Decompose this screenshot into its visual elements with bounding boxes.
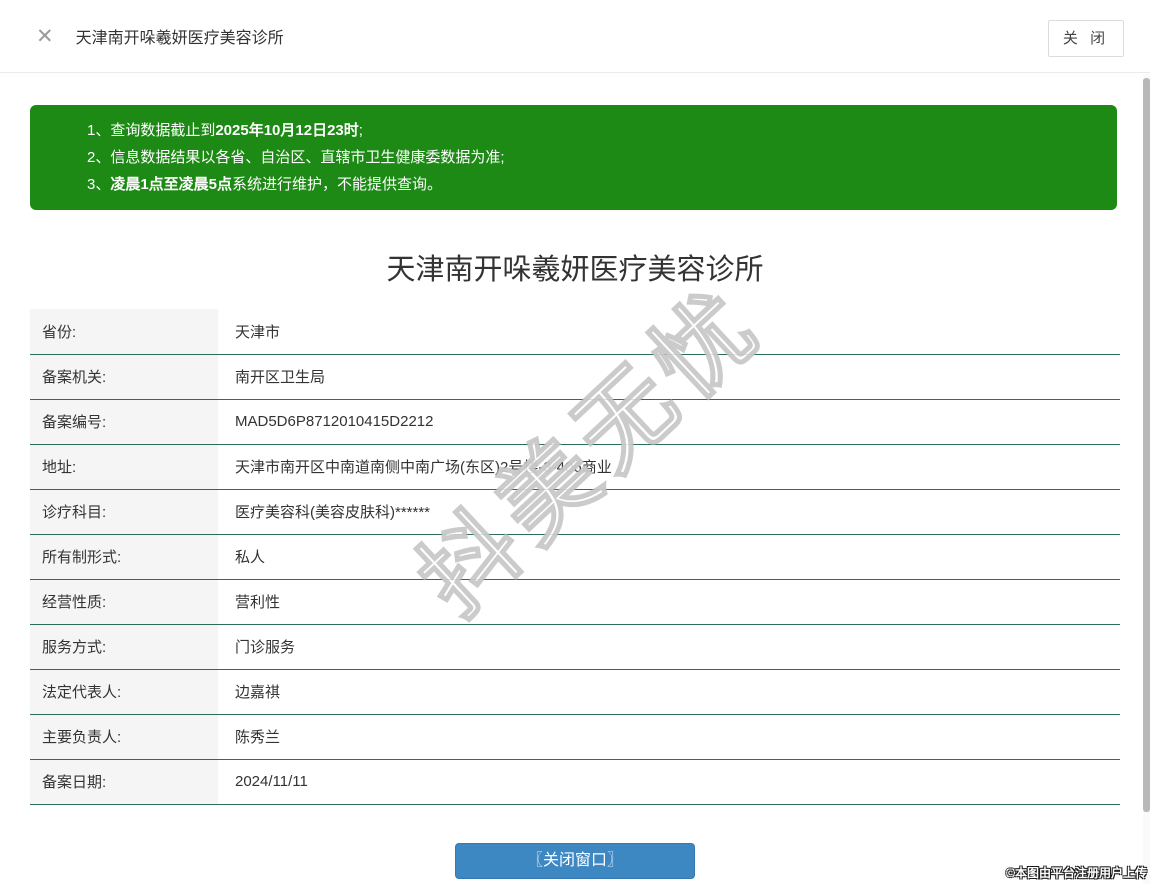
row-value: 私人 xyxy=(218,534,1120,580)
row-label: 服务方式: xyxy=(30,624,218,670)
close-x-icon[interactable]: ✕ xyxy=(36,26,54,47)
notice-line-2-text: 2、信息数据结果以各省、自治区、直辖市卫生健康委数据为准; xyxy=(87,149,505,166)
record-info-table: 省份: 天津市 备案机关: 南开区卫生局 备案编号: MAD5D6P871201… xyxy=(30,309,1120,805)
table-row-filing-authority: 备案机关: 南开区卫生局 xyxy=(30,354,1120,400)
row-value: 2024/11/11 xyxy=(218,759,1120,805)
corner-watermark: ©本图由平台注册用户上传 xyxy=(1006,866,1147,880)
dialog-title: 天津南开哚羲妍医疗美容诊所 xyxy=(75,30,284,47)
notice-line-1: 1、查询数据截止到2025年10月12日23时; xyxy=(87,117,1097,144)
scrollbar-thumb[interactable] xyxy=(1143,78,1150,812)
table-row-filing-date: 备案日期: 2024/11/11 xyxy=(30,759,1120,805)
close-button[interactable]: 关 闭 xyxy=(1048,20,1124,57)
close-window-button[interactable]: 〖关闭窗口〗 xyxy=(455,842,695,879)
row-label: 省份: xyxy=(30,309,218,355)
notice-line-1-bold: 2025年10月12日23时 xyxy=(215,122,359,139)
row-label: 备案机关: xyxy=(30,354,218,400)
row-value: MAD5D6P8712010415D2212 xyxy=(218,399,1120,445)
notice-line-3-bold: 凌晨1点至凌晨5点 xyxy=(110,176,233,193)
notice-line-2: 2、信息数据结果以各省、自治区、直辖市卫生健康委数据为准; xyxy=(87,144,1097,171)
row-label: 地址: xyxy=(30,444,218,490)
table-row-ownership: 所有制形式: 私人 xyxy=(30,534,1120,580)
row-label: 诊疗科目: xyxy=(30,489,218,535)
notice-line-3: 3、凌晨1点至凌晨5点系统进行维护，不能提供查询。 xyxy=(87,171,1097,198)
row-value: 医疗美容科(美容皮肤科)****** xyxy=(218,489,1120,535)
table-row-legal-representative: 法定代表人: 边嘉祺 xyxy=(30,669,1120,715)
row-value: 南开区卫生局 xyxy=(218,354,1120,400)
row-value: 天津市南开区中南道南侧中南广场(东区)2号楼-3-406商业 xyxy=(218,444,1120,490)
row-label: 备案日期: xyxy=(30,759,218,805)
record-title: 天津南开哚羲妍医疗美容诊所 xyxy=(386,254,764,286)
row-label: 主要负责人: xyxy=(30,714,218,760)
footer: 〖关闭窗口〗 xyxy=(0,842,1150,879)
table-row-service-mode: 服务方式: 门诊服务 xyxy=(30,624,1120,670)
table-row-province: 省份: 天津市 xyxy=(30,309,1120,355)
table-row-business-nature: 经营性质: 营利性 xyxy=(30,579,1120,625)
row-label: 备案编号: xyxy=(30,399,218,445)
table-row-diagnosis-subjects: 诊疗科目: 医疗美容科(美容皮肤科)****** xyxy=(30,489,1120,535)
notice-line-3-text: 3、 xyxy=(87,176,111,193)
dialog-header: ✕ 天津南开哚羲妍医疗美容诊所 关 闭 xyxy=(0,0,1150,73)
row-label: 所有制形式: xyxy=(30,534,218,580)
row-value: 边嘉祺 xyxy=(218,669,1120,715)
table-row-principal: 主要负责人: 陈秀兰 xyxy=(30,714,1120,760)
row-value: 天津市 xyxy=(218,309,1120,355)
row-value: 营利性 xyxy=(218,579,1120,625)
row-label: 法定代表人: xyxy=(30,669,218,715)
row-value: 门诊服务 xyxy=(218,624,1120,670)
row-label: 经营性质: xyxy=(30,579,218,625)
row-value: 陈秀兰 xyxy=(218,714,1120,760)
notice-line-1-text: 1、查询数据截止到 xyxy=(87,122,216,139)
table-row-address: 地址: 天津市南开区中南道南侧中南广场(东区)2号楼-3-406商业 xyxy=(30,444,1120,490)
notice-line-3-post: 系统进行维护，不能提供查询。 xyxy=(232,176,443,193)
table-row-filing-number: 备案编号: MAD5D6P8712010415D2212 xyxy=(30,399,1120,445)
notice-box: 1、查询数据截止到2025年10月12日23时; 2、信息数据结果以各省、自治区… xyxy=(30,105,1117,210)
notice-line-1-post: ; xyxy=(358,122,363,139)
